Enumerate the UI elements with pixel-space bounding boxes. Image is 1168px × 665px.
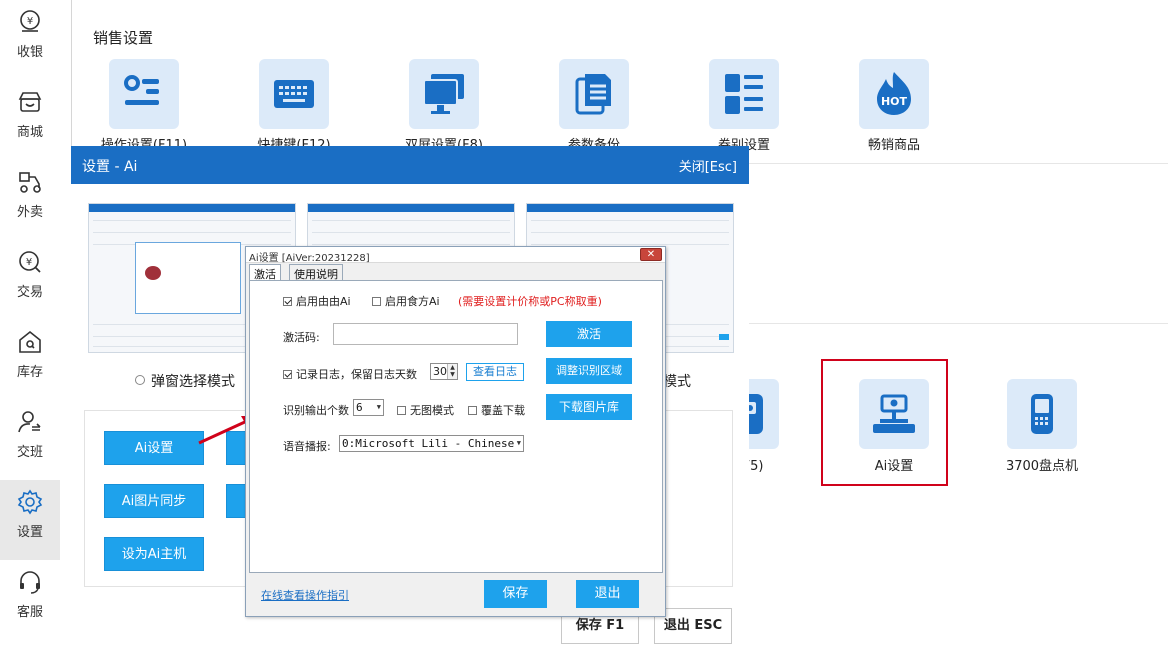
highlight-box [821, 359, 948, 486]
ai-settings-popup: Ai设置 [AiVer:20231228] ✕ 激活 使用说明 启用由由Ai 启… [245, 246, 666, 617]
sidebar-item-store[interactable]: 商城 [0, 80, 60, 160]
inventory-icon [19, 330, 41, 353]
checkbox-unchecked-icon [468, 406, 477, 415]
checkbox-unchecked-icon [372, 297, 381, 306]
dual-screen-icon [423, 74, 464, 114]
sidebar-item-delivery[interactable]: 外卖 [0, 160, 60, 240]
svg-text:HOT: HOT [881, 95, 908, 108]
transaction-icon: ¥ [19, 251, 41, 273]
checkbox-checked-icon [283, 297, 292, 306]
section-title: 销售设置 [93, 29, 154, 47]
shift-change-icon [18, 411, 41, 433]
tile-dual-screen[interactable] [409, 59, 479, 129]
radio-icon [135, 375, 145, 385]
view-log-button[interactable]: 查看日志 [466, 363, 524, 381]
dialog-title: 设置 - Ai [82, 159, 138, 175]
cashier-icon: ¥ [20, 10, 40, 32]
headset-icon [20, 571, 40, 594]
adjust-region-button[interactable]: 调整识别区域 [546, 358, 632, 384]
hot-product-icon: HOT [877, 72, 911, 115]
no-image-mode-checkbox[interactable]: 无图模式 [397, 402, 454, 418]
settings-gear-icon [17, 489, 43, 515]
set-ai-host-button[interactable]: 设为Ai主机 [104, 537, 204, 571]
tab-instructions[interactable]: 使用说明 [289, 264, 343, 281]
tab-activate[interactable]: 激活 [249, 264, 281, 281]
tile-operation-settings[interactable] [109, 59, 179, 129]
enable-food-ai-checkbox[interactable]: 启用食方Ai [372, 293, 440, 309]
tile-label: 3700盘点机 [1005, 459, 1079, 474]
ai-image-sync-button[interactable]: Ai图片同步 [104, 484, 204, 518]
store-icon [18, 92, 42, 112]
sidebar-item-transaction[interactable]: ¥ 交易 [0, 240, 60, 320]
output-count-select[interactable]: 6 ▼ [353, 399, 384, 416]
output-count-label: 识别输出个数 [283, 404, 349, 417]
delivery-icon [19, 172, 41, 193]
dialog-titlebar: 设置 - Ai 关闭[Esc] [71, 146, 749, 184]
popup-exit-button[interactable]: 退出 [576, 580, 639, 608]
checkbox-unchecked-icon [397, 406, 406, 415]
ai-settings-button[interactable]: Ai设置 [104, 431, 204, 465]
tile-label: 畅销商品 [867, 138, 920, 153]
mode-radio-other[interactable]: 模式 [663, 371, 691, 391]
sidebar-item-label: 交易 [16, 285, 43, 300]
tab-panel-activate: 启用由由Ai 启用食方Ai (需要设置计价称或PC称取重) 激活码: 激活 记录… [249, 280, 663, 573]
sidebar-item-cashier[interactable]: ¥ 收银 [0, 0, 60, 80]
divider [749, 163, 1168, 164]
sidebar-item-inventory[interactable]: 库存 [0, 320, 60, 400]
enable-free-ai-checkbox[interactable]: 启用由由Ai [283, 293, 351, 309]
sidebar-item-label: 库存 [16, 365, 43, 380]
activation-code-label: 激活码: [283, 331, 320, 344]
coupon-list-icon [725, 74, 763, 114]
handheld-terminal-icon [1031, 394, 1053, 434]
tile-hot-products[interactable]: HOT [859, 59, 929, 129]
online-guide-link[interactable]: 在线查看操作指引 [261, 587, 349, 603]
activation-code-input[interactable] [333, 323, 518, 345]
popup-titlebar: Ai设置 [AiVer:20231228] ✕ [246, 247, 665, 264]
sidebar-item-label: 收银 [16, 45, 43, 60]
tile-coupon-settings[interactable] [709, 59, 779, 129]
divider [749, 323, 1168, 324]
checkbox-checked-icon [283, 370, 292, 379]
tile-parameter-backup[interactable] [559, 59, 629, 129]
sidebar-item-label: 外卖 [16, 205, 43, 220]
document-backup-icon [575, 74, 611, 115]
activate-button[interactable]: 激活 [546, 321, 632, 347]
record-log-checkbox[interactable]: 记录日志，保留日志天数 [283, 366, 417, 382]
sidebar-item-label: 客服 [16, 605, 43, 620]
log-days-stepper[interactable]: 30 ▲ ▼ [430, 363, 458, 380]
svg-text:¥: ¥ [26, 257, 32, 268]
sidebar: ¥ 收银 商城 外卖 ¥ 交易 库存 交班 设置 客服 [0, 0, 60, 665]
popup-save-button[interactable]: 保存 [484, 580, 547, 608]
tile-3700-terminal[interactable] [1007, 379, 1077, 449]
sidebar-item-label: 商城 [16, 125, 43, 140]
close-icon[interactable]: ✕ [640, 248, 662, 261]
sidebar-item-support[interactable]: 客服 [0, 560, 60, 640]
tile-shortcut-keys[interactable] [259, 59, 329, 129]
mode-radio-popup[interactable]: 弹窗选择模式 [135, 371, 235, 391]
operation-settings-icon [124, 75, 159, 105]
keyboard-icon [274, 80, 314, 108]
voice-select[interactable]: 0:Microsoft Lili - Chinese (C ▼ [339, 435, 524, 452]
sidebar-item-label: 交班 [16, 445, 43, 460]
voice-label: 语音播报: [283, 440, 331, 453]
hidden-button[interactable] [226, 484, 246, 518]
download-gallery-button[interactable]: 下载图片库 [546, 394, 632, 420]
popup-title: Ai设置 [AiVer:20231228] [249, 253, 370, 264]
close-button[interactable]: 关闭[Esc] [679, 156, 737, 175]
app-window: ¥ 收银 商城 外卖 ¥ 交易 库存 交班 设置 客服 销售设置 HOT 畅销商… [0, 0, 1168, 665]
warning-text: (需要设置计价称或PC称取重) [458, 295, 602, 308]
sidebar-item-settings[interactable]: 设置 [0, 480, 60, 560]
sidebar-item-label: 设置 [16, 525, 43, 540]
sidebar-item-shift[interactable]: 交班 [0, 400, 60, 480]
overwrite-download-checkbox[interactable]: 覆盖下载 [468, 402, 525, 418]
svg-text:¥: ¥ [27, 16, 33, 27]
